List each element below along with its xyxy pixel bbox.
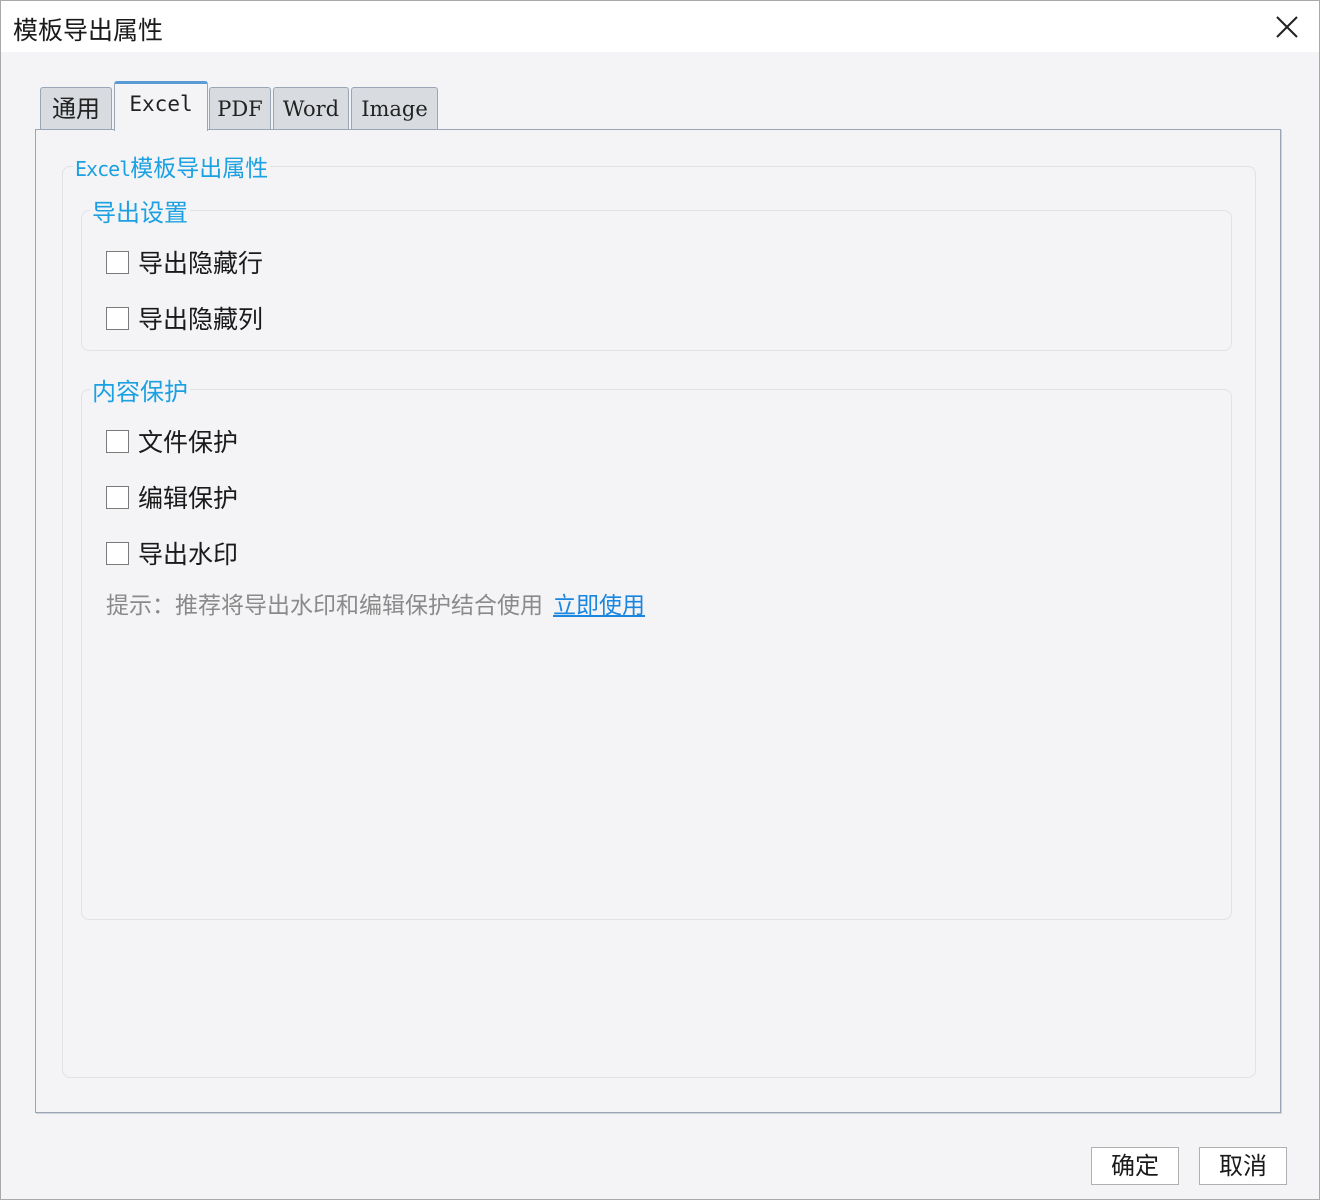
file-protection-option[interactable]: 文件保护	[106, 426, 239, 457]
use-now-link[interactable]: 立即使用	[553, 593, 645, 619]
dialog-title: 模板导出属性	[13, 16, 164, 45]
edit-protection-option[interactable]: 编辑保护	[106, 482, 239, 513]
export-watermark-checkbox[interactable]	[106, 541, 129, 565]
export-hidden-rows-label: 导出隐藏行	[138, 249, 264, 278]
export-hidden-columns-checkbox[interactable]	[106, 306, 129, 330]
export-watermark-label: 导出水印	[138, 540, 239, 569]
protection-hint: 提示：推荐将导出水印和编辑保护结合使用 立即使用	[106, 586, 645, 620]
legend-excel-prefix: Excel	[75, 157, 131, 181]
content-protection-legend: 内容保护	[90, 372, 190, 407]
excel-tab-panel: Excel模板导出属性 导出设置 导出隐藏行 导出隐藏列 内容保护 文件保护 编…	[35, 129, 1281, 1113]
edit-protection-checkbox[interactable]	[106, 485, 129, 509]
tab-general[interactable]: 通用	[40, 87, 112, 129]
cancel-button[interactable]: 取消	[1199, 1147, 1287, 1185]
edit-protection-label: 编辑保护	[138, 484, 239, 513]
protection-hint-text: 提示：推荐将导出水印和编辑保护结合使用	[106, 593, 543, 619]
excel-properties-legend: Excel模板导出属性	[73, 149, 271, 183]
export-watermark-option[interactable]: 导出水印	[106, 538, 239, 569]
export-hidden-rows-option[interactable]: 导出隐藏行	[106, 247, 264, 278]
ok-button[interactable]: 确定	[1091, 1147, 1179, 1185]
tab-image[interactable]: Image	[351, 87, 438, 129]
export-hidden-columns-label: 导出隐藏列	[138, 305, 264, 334]
file-protection-label: 文件保护	[138, 428, 239, 457]
close-button[interactable]	[1269, 9, 1305, 45]
tab-word[interactable]: Word	[273, 87, 349, 129]
tab-excel[interactable]: Excel	[114, 81, 208, 131]
export-settings-legend: 导出设置	[90, 193, 190, 228]
export-hidden-rows-checkbox[interactable]	[106, 250, 129, 274]
export-hidden-columns-option[interactable]: 导出隐藏列	[106, 303, 264, 334]
tab-pdf[interactable]: PDF	[209, 87, 271, 129]
content-protection-group: 内容保护 文件保护 编辑保护 导出水印 提示：推荐将导出水印和编辑保护结合使用立…	[81, 372, 1232, 920]
close-icon	[1276, 16, 1298, 38]
export-settings-group: 导出设置 导出隐藏行 导出隐藏列	[81, 193, 1232, 351]
file-protection-checkbox[interactable]	[106, 429, 129, 453]
export-properties-dialog: 模板导出属性 通用 Excel PDF Word Image Excel模板导出…	[0, 0, 1320, 1200]
legend-suffix: 模板导出属性	[130, 156, 269, 182]
title-bar: 模板导出属性	[1, 1, 1319, 52]
